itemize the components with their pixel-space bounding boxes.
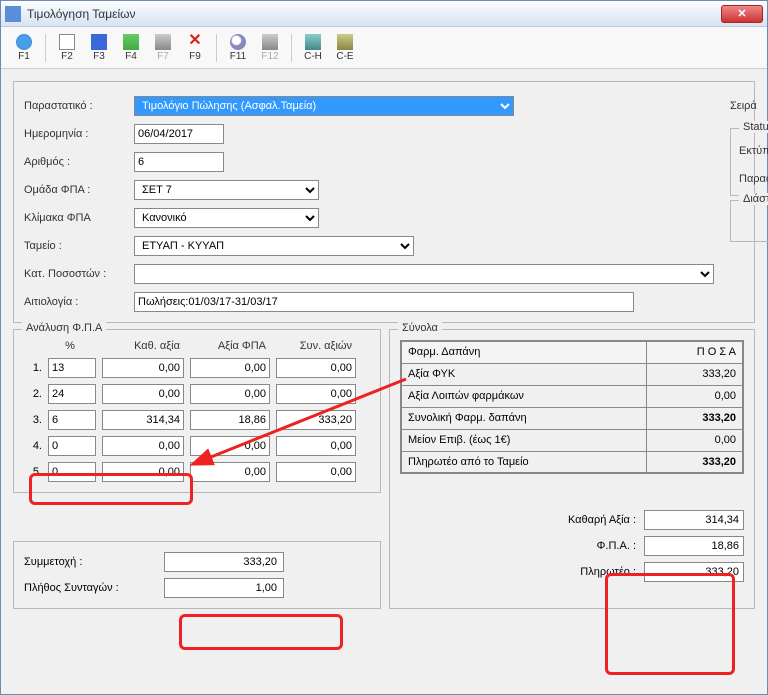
delete-icon: ✕ [187,34,203,50]
vat-vat-1[interactable] [190,358,270,378]
toolbar: F1 F2 F3 F4 F7 ✕F9 F11 F12 C-H C-E [1,27,767,69]
vat-sum-1[interactable] [276,358,356,378]
vat-vat-5[interactable] [190,462,270,482]
vat-scale-label: Κλίμακα ΦΠΑ [24,212,134,224]
date-range-legend: Διάστημα εκτέλεσης συνταγών [739,193,768,205]
totals-table: Φαρμ. Δαπάνη Π Ο Σ Α Αξία ΦΥΚ333,20 Αξία… [400,340,744,474]
vat-net-4[interactable] [102,436,184,456]
net-input[interactable] [644,510,744,530]
help-icon [16,34,32,50]
number-input[interactable] [134,152,224,172]
vat-scale-select[interactable]: Κανονικό [134,208,319,228]
vat-legend: Ανάλυση Φ.Π.Α [22,322,106,334]
vat-sum-4[interactable] [276,436,356,456]
header-panel: Παραστατικό : Τιμολόγιο Πώλησης (Ασφαλ.Τ… [13,81,755,323]
totals-panel: Σύνολα Φαρμ. Δαπάνη Π Ο Σ Α Αξία ΦΥΚ333,… [389,329,755,609]
vat-group-select[interactable]: ΣΕΤ 7 [134,180,319,200]
vat-net-5[interactable] [102,462,184,482]
delete-button[interactable]: ✕F9 [180,32,210,64]
vat-vat-4[interactable] [190,436,270,456]
close-button[interactable]: ✕ [721,5,763,23]
doc-status-label: Παραστατικού : [739,173,768,185]
search-icon [230,34,246,50]
fpa-input[interactable] [644,536,744,556]
vat-pct-5[interactable] [48,462,96,482]
window-title: Τιμολόγηση Ταμείων [27,7,721,21]
participation-label: Συμμετοχή : [24,556,164,568]
search-button[interactable]: F11 [223,32,253,64]
ce-icon [337,34,353,50]
vat-pct-3[interactable] [48,410,96,430]
vat-sum-2[interactable] [276,384,356,404]
fund-select[interactable]: ΕΤΥΑΠ - ΚΥΥΑΠ [134,236,414,256]
print2-button[interactable]: F12 [255,32,285,64]
vat-grid: % Καθ. αξία Αξία ΦΠΑ Συν. αξιών 1. 2. [24,340,370,482]
rx-count-input[interactable] [164,578,284,598]
reason-label: Αιτιολογία : [24,296,134,308]
vat-col-pct: % [48,340,96,352]
ch-icon [305,34,321,50]
status-box: Status Εκτύπωσης : Μη Εκτυπωμένο Παραστα… [730,128,768,196]
printer-icon [262,34,278,50]
participation-input[interactable] [164,552,284,572]
vat-sum-3[interactable] [276,410,356,430]
payable-label: Πληρωτέο : [534,566,644,578]
vat-pct-4[interactable] [48,436,96,456]
vat-col-vat: Αξία ΦΠΑ [190,340,270,352]
fund-label: Ταμείο : [24,240,134,252]
annotation-participation [179,614,343,650]
net-label: Καθαρή Αξία : [534,514,644,526]
vat-col-net: Καθ. αξία [102,340,184,352]
series-label: Σειρά [730,100,768,112]
vat-net-3[interactable] [102,410,184,430]
reason-input[interactable] [134,292,634,312]
participation-panel: Συμμετοχή : Πλήθος Συνταγών : [13,541,381,609]
date-range-box: Διάστημα εκτέλεσης συνταγών [730,200,768,242]
vat-pct-1[interactable] [48,358,96,378]
print-button[interactable]: F7 [148,32,178,64]
vat-sum-5[interactable] [276,462,356,482]
date-input[interactable] [134,124,224,144]
totals-head-2: Π Ο Σ Α [647,341,743,363]
help-button[interactable]: F1 [9,32,39,64]
totals-legend: Σύνολα [398,322,442,334]
print-icon [155,34,171,50]
date-label: Ημερομηνία : [24,128,134,140]
ce-button[interactable]: C-E [330,32,360,64]
totals-head-1: Φαρμ. Δαπάνη [401,341,647,363]
vat-group-label: Ομάδα ΦΠΑ : [24,184,134,196]
pct-select[interactable] [134,264,714,284]
pct-label: Κατ. Ποσοστών : [24,268,134,280]
number-label: Αριθμός : [24,156,134,168]
vat-col-sum: Συν. αξιών [276,340,356,352]
fpa-label: Φ.Π.Α. : [534,540,644,552]
ch-button[interactable]: C-H [298,32,328,64]
save-button[interactable]: F3 [84,32,114,64]
vat-vat-3[interactable] [190,410,270,430]
rx-count-label: Πλήθος Συνταγών : [24,582,164,594]
doc-type-label: Παραστατικό : [24,100,134,112]
vat-vat-2[interactable] [190,384,270,404]
save-icon [91,34,107,50]
vat-net-2[interactable] [102,384,184,404]
preview-button[interactable]: F4 [116,32,146,64]
vat-pct-2[interactable] [48,384,96,404]
vat-analysis-panel: Ανάλυση Φ.Π.Α % Καθ. αξία Αξία ΦΠΑ Συν. … [13,329,381,493]
titlebar: Τιμολόγηση Ταμείων ✕ [1,1,767,27]
new-icon [59,34,75,50]
status-legend: Status [739,121,768,133]
new-button[interactable]: F2 [52,32,82,64]
vat-net-1[interactable] [102,358,184,378]
preview-icon [123,34,139,50]
app-icon [5,6,21,22]
payable-input[interactable] [644,562,744,582]
doc-type-select[interactable]: Τιμολόγιο Πώλησης (Ασφαλ.Ταμεία) [134,96,514,116]
print-status-label: Εκτύπωσης : [739,145,768,157]
